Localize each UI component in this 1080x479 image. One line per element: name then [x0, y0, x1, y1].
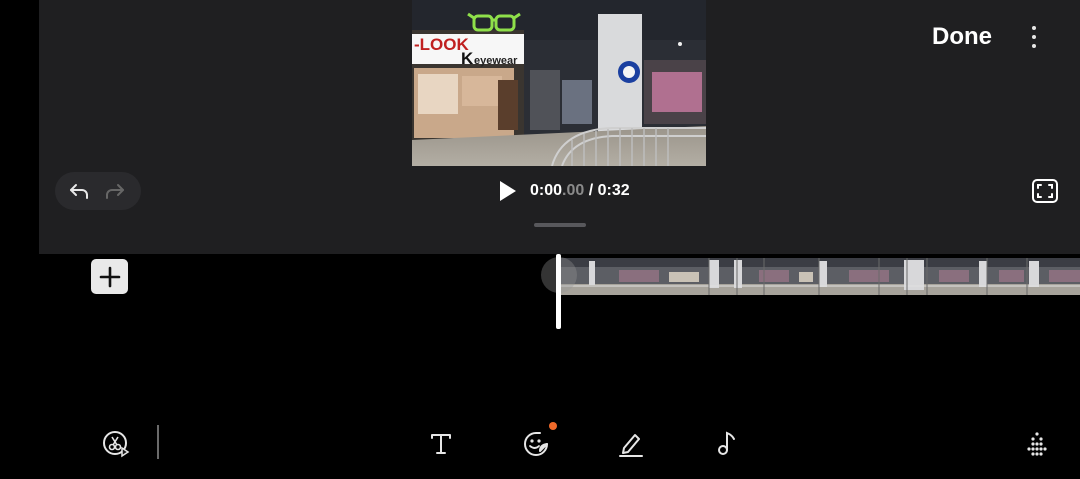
duration: 0:32 [597, 182, 630, 199]
done-button[interactable]: Done [920, 20, 1004, 54]
filmstrip-thumbnails [559, 258, 1080, 295]
more-options-icon[interactable] [1020, 22, 1048, 52]
current-time: 0:00 [530, 182, 563, 199]
playback-time: 0:00.00 / 0:32 [530, 180, 630, 202]
sticker-new-badge [549, 422, 557, 430]
undo-redo-group [55, 172, 141, 210]
draw-tool-button[interactable] [615, 427, 647, 459]
scissors-icon [103, 431, 130, 458]
dots-grid-icon [1027, 432, 1047, 456]
store-sign-letter: K [461, 49, 474, 68]
redo-icon[interactable] [101, 178, 129, 204]
toolbar-divider [157, 425, 159, 459]
text-icon [431, 434, 451, 454]
time-separator: / [584, 182, 598, 199]
video-preview[interactable]: -LOOK K eyewear [412, 0, 706, 166]
video-frame-image: -LOOK K eyewear [412, 0, 706, 166]
sticker-tool-button[interactable] [520, 427, 552, 459]
playhead[interactable] [556, 254, 561, 329]
store-sign-brand: eyewear [474, 55, 518, 67]
undo-icon[interactable] [65, 178, 93, 204]
panel-drag-handle[interactable] [534, 223, 586, 227]
text-tool-button[interactable] [425, 427, 457, 459]
video-editor: -LOOK K eyewear Done 0:00.00 / 0:32 [0, 0, 1080, 479]
timeline-filmstrip[interactable] [559, 258, 1080, 295]
trim-tool-button[interactable] [100, 427, 132, 459]
more-tools-button[interactable] [1021, 427, 1053, 459]
fullscreen-icon[interactable] [1031, 178, 1059, 204]
plus-icon [99, 266, 120, 287]
play-icon[interactable] [494, 178, 520, 204]
pen-icon [619, 434, 643, 457]
music-tool-button[interactable] [711, 427, 743, 459]
music-note-icon [718, 431, 735, 455]
current-time-fraction: .00 [562, 182, 585, 199]
add-clip-button[interactable] [91, 259, 128, 294]
sticker-icon [524, 432, 548, 456]
